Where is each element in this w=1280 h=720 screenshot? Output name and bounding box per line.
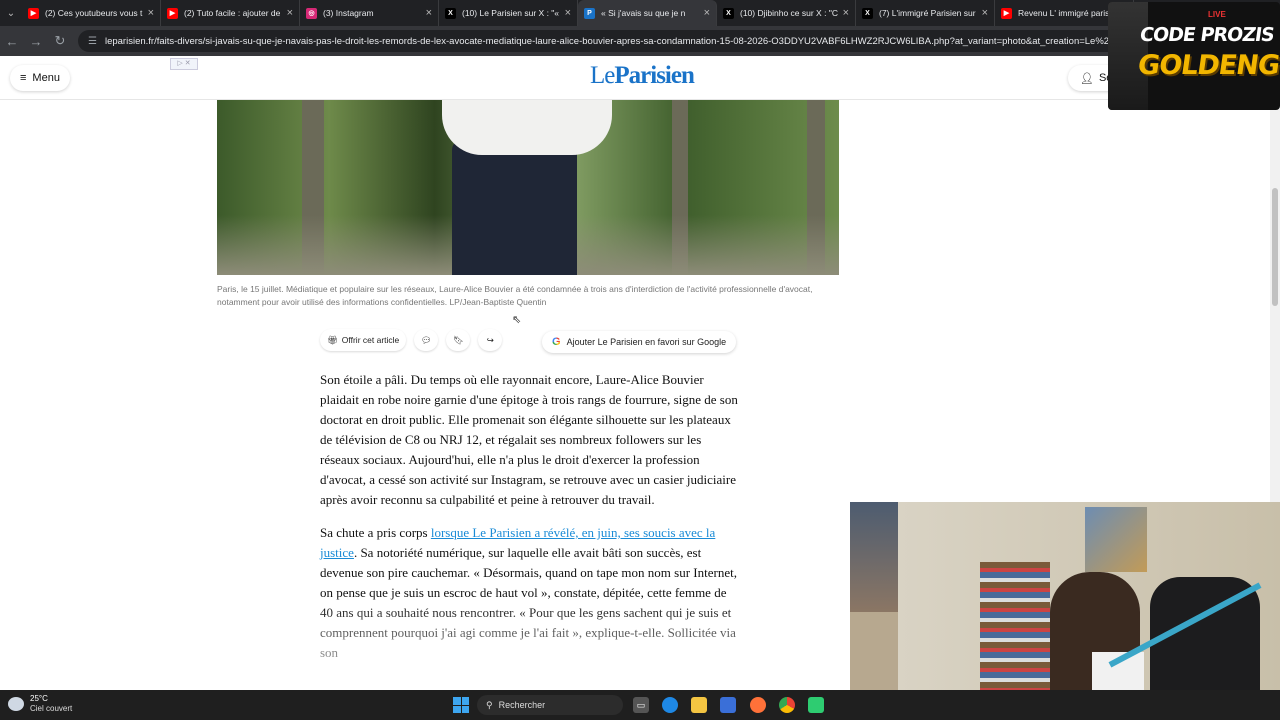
reload-icon[interactable]: ↻ [48, 29, 72, 53]
site-header: ≡ Menu ▷ ✕ LeParisien 👤︎ Se [0, 56, 1280, 100]
browser-tab[interactable]: X (10) Le Parisien sur X : "« × [439, 0, 578, 26]
webcam-poster [1085, 507, 1147, 572]
le-parisien-logo[interactable]: LeParisien [590, 62, 695, 90]
google-favorite-button[interactable]: G Ajouter Le Parisien en favori sur Goog… [542, 331, 737, 353]
bookmark-icon: 🔖︎ [452, 334, 464, 345]
app-icon[interactable] [808, 697, 824, 713]
youtube-icon: ▶ [1001, 7, 1012, 19]
paragraph-text: Sa chute a pris corps [320, 525, 431, 540]
overlay-line-2: GOLDENG [1135, 50, 1280, 81]
browser-tab[interactable]: X (7) L'immigré Parisien sur × [856, 0, 995, 26]
share-icon: ↪ [486, 334, 494, 345]
firefox-icon[interactable] [750, 697, 766, 713]
url-field[interactable]: ☰ leparisien.fr/faits-divers/si-javais-s… [78, 30, 1128, 52]
menu-button[interactable]: ≡ Menu [10, 65, 70, 91]
photo-jeans [452, 140, 577, 275]
menu-label: Menu [32, 72, 60, 84]
tab-title: (10) Le Parisien sur X : "« [462, 8, 560, 18]
google-favorite-label: Ajouter Le Parisien en favori sur Google [566, 337, 727, 347]
url-text: leparisien.fr/faits-divers/si-javais-su-… [104, 35, 1128, 47]
weather-widget[interactable]: 25°C Ciel couvert [8, 694, 72, 714]
tab-title: (10) Djibinho ce sur X : "C [740, 8, 838, 18]
tab-title: Revenu L' immigré parisie [1018, 8, 1116, 18]
article-body: Son étoile a pâli. Du temps où elle rayo… [320, 370, 740, 676]
user-icon: 👤︎ [1080, 72, 1094, 85]
google-icon: G [552, 336, 561, 348]
browser-tab[interactable]: X (10) Djibinho ce sur X : "C × [717, 0, 856, 26]
overlay-line-1: CODE PROZIS [1138, 24, 1276, 46]
tab-title: « Si j'avais su que je n [601, 8, 686, 18]
tab-title: (2) Tuto facile : ajouter de [184, 8, 281, 18]
close-tab-icon[interactable]: × [148, 7, 154, 19]
le-parisien-icon: P [584, 7, 595, 19]
close-tab-icon[interactable]: × [426, 7, 432, 19]
paragraph-text: . Sa notoriété numérique, sur laquelle e… [320, 545, 737, 660]
tab-title: (7) L'immigré Parisien sur [879, 8, 976, 18]
gift-icon: 🎁︎ [327, 334, 338, 345]
x-icon: X [445, 7, 456, 19]
taskbar-search[interactable]: ⚲ Rechercher [477, 695, 623, 715]
comment-button[interactable]: 💬︎ [414, 329, 439, 351]
browser-tab[interactable]: ▶ (2) Tuto facile : ajouter de × [161, 0, 300, 26]
weather-icon [8, 697, 24, 711]
browser-tab[interactable]: ◎ (3) Instagram × [300, 0, 439, 26]
bookmark-button[interactable]: 🔖︎ [446, 329, 471, 351]
logo-prefix: Le [590, 62, 615, 89]
edge-icon[interactable] [662, 697, 678, 713]
browser-tab[interactable]: P « Si j'avais su que je n × [578, 0, 717, 26]
chrome-icon[interactable] [779, 697, 795, 713]
weather-temperature: 25°C [30, 694, 48, 703]
taskbar-search-label: Rechercher [498, 700, 546, 710]
ad-choices-icon[interactable]: ▷ ✕ [170, 58, 198, 70]
close-tab-icon[interactable]: × [982, 7, 988, 19]
store-icon[interactable] [720, 697, 736, 713]
x-icon: X [723, 7, 734, 19]
photo-caption: Paris, le 15 juillet. Médiatique et popu… [217, 284, 813, 307]
logo-main: Parisien [614, 62, 694, 89]
share-button[interactable]: ↪ [478, 329, 503, 351]
taskbar: 25°C Ciel couvert ⚲ Rechercher ▭ [0, 690, 1280, 720]
mouse-cursor-icon: ⇖ [512, 314, 522, 326]
youtube-icon: ▶ [167, 7, 178, 19]
file-explorer-icon[interactable] [691, 697, 707, 713]
tab-title: (3) Instagram [323, 8, 374, 18]
browser-tab[interactable]: ▶ (2) Ces youtubeurs vous t × [22, 0, 161, 26]
webcam-tv [850, 502, 898, 612]
photo-shirt [442, 100, 612, 155]
offer-article-label: Offrir cet article [341, 335, 400, 345]
instagram-icon: ◎ [306, 7, 317, 19]
webcam-feed [850, 502, 1280, 720]
close-tab-icon[interactable]: × [565, 7, 571, 19]
task-view-icon[interactable]: ▭ [633, 697, 649, 713]
tab-search-icon[interactable]: ⌄ [0, 0, 22, 26]
tab-title: (2) Ces youtubeurs vous t [45, 8, 143, 18]
close-tab-icon[interactable]: × [843, 7, 849, 19]
youtube-icon: ▶ [28, 7, 39, 19]
hamburger-icon: ≡ [20, 72, 27, 84]
weather-condition: Ciel couvert [30, 704, 73, 713]
share-bar: 🎁︎ Offrir cet article 💬︎ 🔖︎ ↪ [320, 329, 503, 351]
site-info-icon[interactable]: ☰ [88, 36, 97, 47]
x-icon: X [862, 7, 873, 19]
address-bar-row: ← → ↻ ☰ leparisien.fr/faits-divers/si-ja… [0, 26, 1280, 56]
windows-start-icon[interactable] [453, 697, 469, 713]
offer-article-button[interactable]: 🎁︎ Offrir cet article [320, 329, 407, 351]
overlay-badge: LIVE [1208, 10, 1226, 19]
back-icon[interactable]: ← [0, 29, 24, 53]
scrollbar-thumb[interactable] [1272, 188, 1278, 306]
article-photo [217, 100, 839, 275]
search-icon: ⚲ [486, 699, 493, 710]
close-tab-icon[interactable]: × [287, 7, 293, 19]
article-paragraph: Sa chute a pris corps lorsque Le Parisie… [320, 523, 740, 663]
forward-icon[interactable]: → [24, 29, 48, 53]
stream-overlay-logo: LIVE CODE PROZIS GOLDENG [1108, 2, 1280, 110]
browser-tab-strip: ⌄ ▶ (2) Ces youtubeurs vous t × ▶ (2) Tuto f… [0, 0, 1280, 26]
close-tab-icon[interactable]: × [704, 7, 710, 19]
article-paragraph: Son étoile a pâli. Du temps où elle rayo… [320, 372, 738, 507]
comment-icon: 💬︎ [420, 334, 432, 345]
